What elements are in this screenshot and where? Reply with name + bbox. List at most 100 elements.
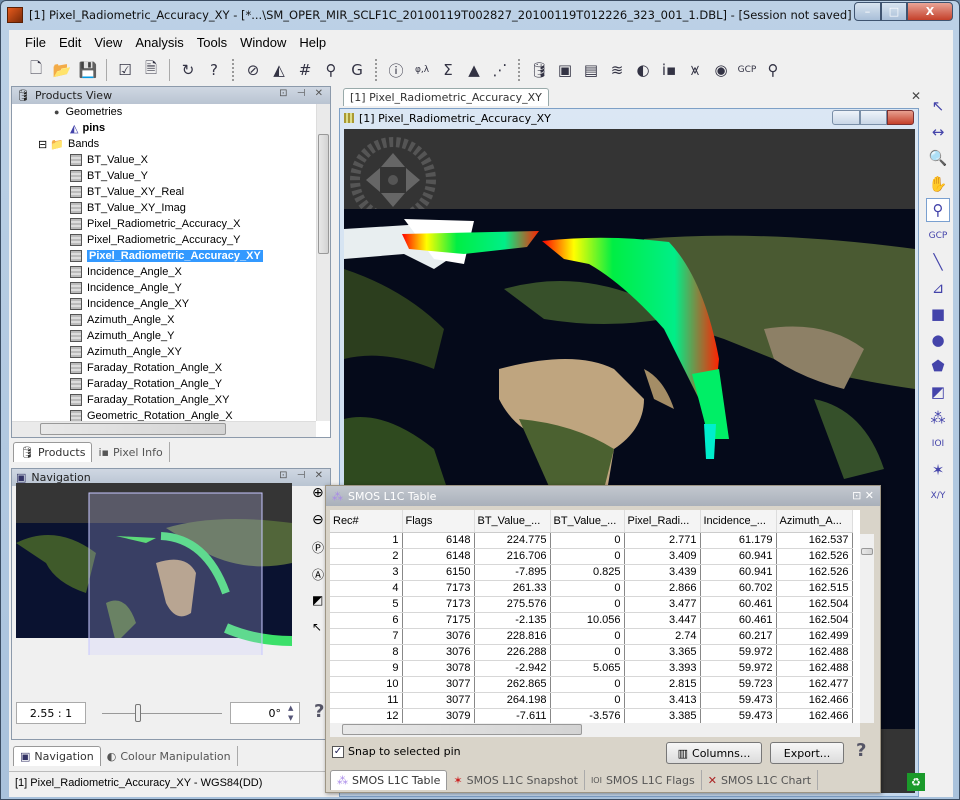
toolbar-grip[interactable] (232, 59, 235, 81)
scroll-thumb[interactable] (318, 134, 329, 254)
world-map-icon[interactable]: ▣ (554, 59, 576, 81)
menu-window[interactable]: Window (240, 35, 286, 50)
smos-chart-icon[interactable]: X/Y (926, 484, 950, 508)
maximize-button[interactable]: □ (881, 2, 907, 21)
pan-tool-icon[interactable]: ✋ (926, 172, 950, 196)
table-vertical-scrollbar[interactable] (860, 534, 874, 723)
tree-item[interactable]: Pixel_Radiometric_Accuracy_XY (12, 248, 316, 264)
tab-navigation[interactable]: ▣ Navigation (13, 746, 101, 766)
layer-editor-icon[interactable]: ▤ (580, 59, 602, 81)
table-row[interactable]: 8 3076 226.288 0 3.365 59.972 162.488 (330, 644, 853, 661)
toolbar-grip[interactable] (518, 59, 521, 81)
save-product-icon[interactable]: 💾 (77, 59, 99, 81)
insert-figure-icon[interactable]: ◩ (926, 380, 950, 404)
scroll-thumb[interactable] (342, 724, 582, 735)
snap-checkbox[interactable]: ✓ (332, 745, 344, 758)
table-row[interactable]: 11 3077 264.198 0 3.413 59.473 162.466 (330, 692, 853, 709)
columns-button[interactable]: ▥ Columns... (666, 742, 762, 764)
garbage-collector-icon[interactable]: ♻ (907, 773, 925, 791)
tree-item[interactable]: Faraday_Rotation_Angle_X (12, 360, 316, 376)
panel-controls[interactable]: ⊡ ⊣ ✕ (279, 88, 326, 99)
tab-smos-flags[interactable]: IOI SMOS L1C Flags (585, 770, 702, 790)
menu-tools[interactable]: Tools (197, 35, 227, 50)
information-icon[interactable]: ⓘ (385, 59, 407, 81)
export-button[interactable]: Export... (770, 742, 844, 764)
tree-item[interactable]: Azimuth_Angle_X (12, 312, 316, 328)
help-icon[interactable]: ? (856, 740, 866, 761)
tree-item[interactable]: Faraday_Rotation_Angle_XY (12, 392, 316, 408)
table-row[interactable]: 1 6148 224.775 0 2.771 61.179 162.537 (330, 532, 853, 549)
overlay-gcp-icon[interactable]: G (346, 59, 368, 81)
gcp-manager-icon[interactable]: GCP (736, 59, 758, 81)
world-wind-icon[interactable]: ◉ (710, 59, 732, 81)
tab-smos-snapshot[interactable]: ✶ SMOS L1C Snapshot (447, 770, 585, 790)
table-row[interactable]: 12 3079 -7.611 -3.576 3.385 59.473 162.466 (330, 708, 853, 723)
column-header[interactable]: Pixel_Radi... (624, 510, 701, 533)
menu-analysis[interactable]: Analysis (135, 35, 183, 50)
tree-item[interactable]: BT_Value_Y (12, 168, 316, 184)
zoom-tool-icon[interactable]: 🔍 (926, 146, 950, 170)
close-button[interactable]: X (907, 2, 953, 21)
table-horizontal-scrollbar[interactable] (330, 723, 860, 737)
table-row[interactable]: 2 6148 216.706 0 3.409 60.941 162.526 (330, 548, 853, 565)
zoom-slider-thumb[interactable] (135, 704, 141, 722)
tab-products[interactable]: 🛢 Products (13, 442, 93, 462)
smos-snapshot-icon[interactable]: ✶ (926, 458, 950, 482)
column-header[interactable]: Azimuth_A... (776, 510, 853, 533)
scroll-thumb[interactable] (40, 423, 226, 435)
pixel-info-icon[interactable]: i▪ (658, 59, 680, 81)
rotation-spinner[interactable]: ▲ ▼ (288, 703, 299, 723)
table-row[interactable]: 3 6150 -7.895 0.825 3.439 60.941 162.526 (330, 564, 853, 581)
toolbar-grip[interactable] (375, 59, 378, 81)
pin-tool-icon[interactable]: ⚲ (926, 198, 950, 222)
table-row[interactable]: 7 3076 228.816 0 2.74 60.217 162.499 (330, 628, 853, 645)
scatter-plot-icon[interactable]: ⋰ (489, 59, 511, 81)
tree-item[interactable]: Azimuth_Angle_XY (12, 344, 316, 360)
overlay-pins-icon[interactable]: ◭ (268, 59, 290, 81)
navigation-overview[interactable] (16, 483, 292, 655)
tree-item[interactable]: Incidence_Angle_XY (12, 296, 316, 312)
tree-item[interactable]: Azimuth_Angle_Y (12, 328, 316, 344)
select-tool-icon[interactable]: ↖ (926, 94, 950, 118)
help-icon[interactable]: ? (203, 59, 225, 81)
tree-item[interactable]: BT_Value_XY_Imag (12, 200, 316, 216)
rectangle-tool-icon[interactable]: ■ (926, 302, 950, 326)
histogram-icon[interactable]: ▲ (463, 59, 485, 81)
tab-smos-chart[interactable]: ✕ SMOS L1C Chart (702, 770, 819, 790)
export-icon[interactable]: 🗎 (140, 59, 162, 81)
scroll-thumb[interactable] (861, 548, 873, 555)
ellipse-tool-icon[interactable]: ● (926, 328, 950, 352)
tab-pixel-info[interactable]: i▪ Pixel Info (92, 442, 170, 462)
geo-coding-icon[interactable]: φ,λ (411, 59, 433, 81)
menu-file[interactable]: File (25, 35, 46, 50)
column-header[interactable]: BT_Value_... (550, 510, 625, 533)
column-header[interactable]: Incidence_... (700, 510, 777, 533)
tree-vertical-scrollbar[interactable] (316, 104, 330, 421)
tree-item[interactable]: BT_Value_XY_Real (12, 184, 316, 200)
column-header[interactable]: BT_Value_... (474, 510, 551, 533)
tab-colour-manipulation[interactable]: ◐ Colour Manipulation (101, 746, 238, 766)
polyline-tool-icon[interactable]: ⊿ (926, 276, 950, 300)
column-header[interactable]: Flags (402, 510, 475, 533)
polygon-tool-icon[interactable]: ⬟ (926, 354, 950, 378)
range-finder-icon[interactable]: ↔ (926, 120, 950, 144)
tree-item[interactable]: Pixel_Radiometric_Accuracy_X (12, 216, 316, 232)
overlay-gcp-geometry-icon[interactable]: ⚲ (320, 59, 342, 81)
menu-help[interactable]: Help (299, 35, 326, 50)
table-row[interactable]: 5 7173 275.576 0 3.477 60.461 162.504 (330, 596, 853, 613)
help-icon[interactable]: ? (314, 701, 324, 722)
tree-item[interactable]: ◭ pins (12, 120, 316, 136)
overlay-no-data-icon[interactable]: ⊘ (242, 59, 264, 81)
tree-item[interactable]: Geometric_Rotation_Angle_X (12, 408, 316, 421)
tree-item[interactable]: BT_Value_X (12, 152, 316, 168)
line-tool-icon[interactable]: ╲ (926, 250, 950, 274)
frame-restore-button[interactable] (860, 110, 887, 125)
layer-manager-icon[interactable]: ≋ (606, 59, 628, 81)
pin-manager-icon[interactable]: ⚲ (762, 59, 784, 81)
spectrum-icon[interactable]: ⩙ (684, 59, 706, 81)
gcp-tool-icon[interactable]: GCP (926, 224, 950, 248)
menu-view[interactable]: View (94, 35, 122, 50)
new-product-icon[interactable]: 🗋 (25, 59, 47, 81)
tree-item[interactable]: ⊟ 📁 Bands (12, 136, 316, 152)
tree-item[interactable]: Faraday_Rotation_Angle_Y (12, 376, 316, 392)
